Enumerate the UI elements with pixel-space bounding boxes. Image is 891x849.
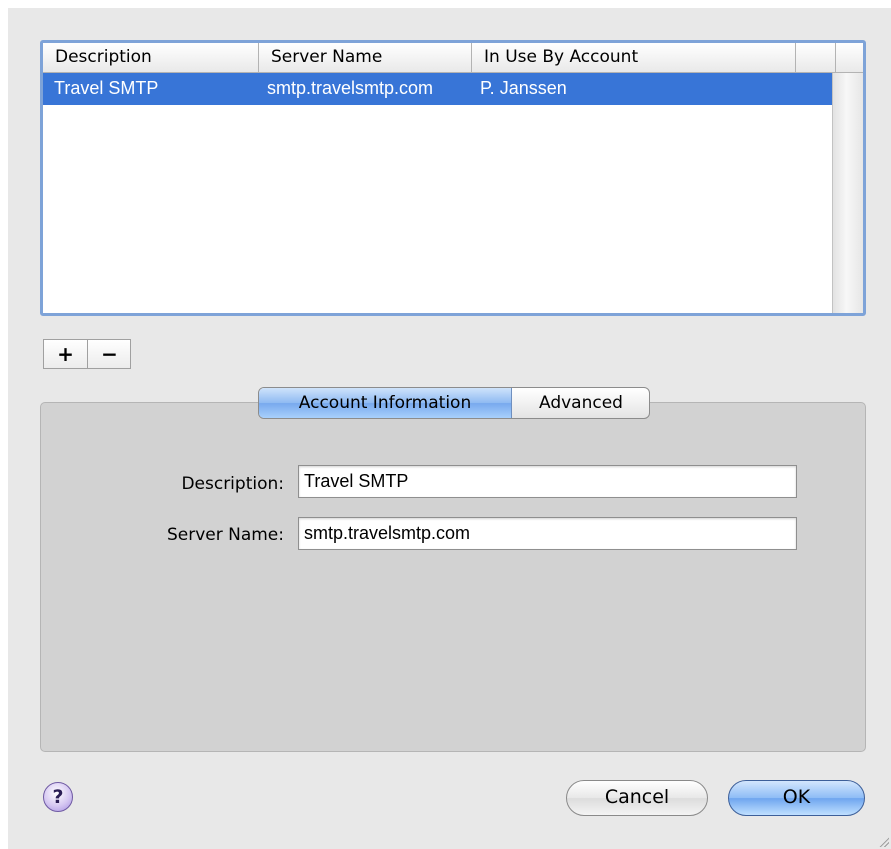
add-server-button[interactable]: +	[44, 340, 88, 368]
vertical-scrollbar[interactable]	[832, 73, 863, 313]
column-header-server-name[interactable]: Server Name	[259, 43, 472, 72]
smtp-server-table[interactable]: Description Server Name In Use By Accoun…	[40, 40, 866, 316]
column-header-description[interactable]: Description	[43, 43, 259, 72]
tab-account-information[interactable]: Account Information	[259, 388, 512, 418]
column-header-empty	[796, 43, 836, 72]
tab-content-panel	[40, 402, 866, 752]
description-label: Description:	[181, 474, 284, 494]
description-field[interactable]: Travel SMTP	[298, 465, 797, 498]
table-row[interactable]: Travel SMTP smtp.travelsmtp.com P. Janss…	[43, 73, 836, 105]
cell-description: Travel SMTP	[54, 78, 159, 98]
tab-advanced[interactable]: Advanced	[512, 388, 649, 418]
resize-grip-icon[interactable]	[877, 835, 889, 847]
server-name-field[interactable]: smtp.travelsmtp.com	[298, 517, 797, 550]
table-header: Description Server Name In Use By Accoun…	[43, 43, 863, 73]
help-icon[interactable]: ?	[43, 782, 73, 812]
ok-button[interactable]: OK	[728, 780, 865, 816]
column-header-in-use-by-account[interactable]: In Use By Account	[472, 43, 796, 72]
cell-in-use-by: P. Janssen	[480, 78, 567, 98]
cancel-button[interactable]: Cancel	[566, 780, 708, 816]
server-name-label: Server Name:	[166, 525, 284, 545]
add-remove-control: + −	[43, 339, 131, 369]
remove-server-button[interactable]: −	[88, 340, 131, 368]
tab-bar: Account Information Advanced	[258, 387, 650, 419]
cell-server-name: smtp.travelsmtp.com	[267, 78, 434, 98]
